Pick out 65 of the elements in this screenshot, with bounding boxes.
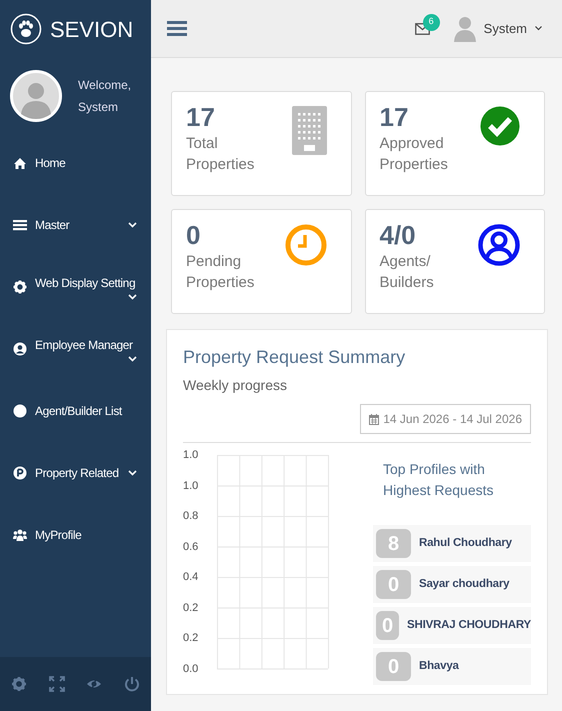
user-name: System [78, 99, 120, 116]
brand-name: SEVION [50, 16, 134, 44]
home-icon [13, 156, 27, 170]
stat-value: 17 [380, 102, 410, 134]
menu-icon [13, 218, 27, 232]
user-icon [13, 342, 27, 356]
profile-name: Sayar choudhary [419, 576, 510, 592]
nav-item[interactable]: MyProfile [0, 504, 151, 566]
request-count: 0 [376, 570, 411, 599]
menu-icon[interactable] [167, 20, 187, 37]
calendar-icon [369, 414, 380, 424]
parking-icon [13, 466, 27, 480]
stat-value: 17 [186, 102, 216, 134]
profile-row[interactable]: 8 Rahul Choudhary [373, 525, 531, 562]
axis-label: 0.6 [183, 540, 200, 554]
axis-label: 0.0 [183, 662, 200, 676]
nav-item[interactable]: Home [0, 132, 151, 194]
stat-label: Approved Properties [380, 134, 449, 176]
date-range-picker[interactable]: 14 Jun 2026 - 14 Jul 2026 [360, 404, 531, 434]
nav-item[interactable]: Agent/Builder List [0, 380, 151, 442]
nav-item[interactable]: Property Related [0, 442, 151, 504]
axis-label: 0.2 [183, 631, 200, 646]
panel-subtitle: Weekly progress [183, 376, 288, 395]
chevron-icon [535, 26, 542, 31]
chevron-icon [128, 294, 137, 300]
stat-label: Agents/ Builders [380, 252, 435, 294]
stat-label: Pending Properties [186, 252, 256, 294]
axis-label: 0.8 [183, 509, 200, 524]
welcome-text: Welcome, [78, 77, 132, 94]
settings-icon [13, 280, 27, 294]
profile-name: SHIVRAJ CHOUDHARY [407, 618, 531, 633]
users-icon [13, 528, 27, 542]
power-icon[interactable] [124, 676, 140, 692]
axis-label: 0.4 [183, 570, 200, 585]
settings-icon[interactable] [10, 676, 27, 692]
user-avatar-icon [454, 15, 476, 42]
profile-row[interactable]: 0 SHIVRAJ CHOUDHARY [373, 607, 531, 644]
request-count: 0 [376, 652, 411, 681]
chevron-icon [128, 356, 137, 362]
mail-icon[interactable] [414, 22, 430, 34]
nav-item[interactable]: Master [0, 194, 151, 256]
axis-label: 1.0 [183, 448, 200, 463]
profile-row[interactable]: 0 Bhavya [373, 648, 531, 685]
avatar-icon [10, 70, 62, 122]
notification-badge: 6 [422, 14, 440, 30]
stat-label: Total Properties [186, 134, 256, 176]
fullscreen-icon[interactable] [48, 676, 65, 692]
stat-value: 0 [186, 220, 202, 252]
nav-item[interactable]: Web Display Setting [0, 256, 151, 318]
axis-label: 1.0 [183, 478, 200, 494]
request-count: 8 [376, 529, 411, 558]
profile-name: Bhavya [419, 658, 459, 674]
chevron-icon [128, 470, 137, 476]
panel-title: Property Request Summary [183, 346, 406, 369]
profile-row[interactable]: 0 Sayar choudhary [373, 566, 531, 603]
request-count: 0 [376, 611, 400, 640]
profile-name: Rahul Choudhary [419, 536, 512, 551]
nav-item[interactable]: Employee Manager [0, 318, 151, 380]
circle-icon [13, 404, 27, 418]
stat-value: 4/0 [380, 220, 417, 252]
paw-logo-icon [10, 13, 42, 45]
axis-label: 0.2 [183, 600, 200, 616]
list-title: Top Profiles with Highest Requests [382, 460, 495, 500]
chevron-icon [128, 222, 137, 228]
user-menu[interactable]: System [454, 15, 542, 42]
